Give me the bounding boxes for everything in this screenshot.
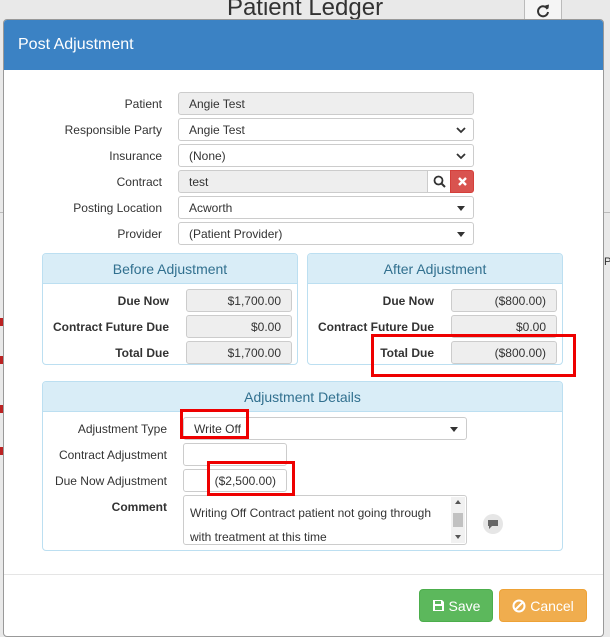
- dialog-title: Post Adjustment: [18, 36, 134, 53]
- before-adjustment-title: Before Adjustment: [43, 254, 297, 284]
- cancel-button[interactable]: Cancel: [499, 589, 587, 622]
- save-icon: [432, 600, 444, 611]
- after-due-now-field: ($800.00): [451, 289, 557, 312]
- responsible-party-select[interactable]: Angie Test: [178, 118, 474, 141]
- adjustment-details-title: Adjustment Details: [43, 382, 562, 412]
- comment-textarea[interactable]: Writing Off Contract patient not going t…: [183, 495, 467, 545]
- after-due-now-label: Due Now: [382, 294, 434, 308]
- caret-down-icon: [457, 206, 465, 211]
- contract-adjustment-label: Contract Adjustment: [58, 448, 167, 462]
- adjustment-details-panel: Adjustment Details Adjustment Type Write…: [42, 381, 563, 551]
- caret-down-icon: [457, 232, 465, 237]
- after-future-due-label: Contract Future Due: [317, 320, 434, 334]
- before-adjustment-panel: Before Adjustment Due Now $1,700.00 Cont…: [42, 253, 298, 365]
- background-column-header: P: [604, 256, 610, 268]
- responsible-party-label: Responsible Party: [64, 123, 162, 137]
- due-now-adjustment-label: Due Now Adjustment: [54, 474, 167, 488]
- contract-clear-button[interactable]: [450, 170, 474, 193]
- comment-note-button[interactable]: [483, 514, 503, 534]
- comment-label: Comment: [111, 500, 167, 514]
- caret-down-icon: [450, 427, 458, 432]
- before-future-due-field: $0.00: [186, 315, 292, 338]
- search-icon: [433, 175, 446, 188]
- before-due-now-field: $1,700.00: [186, 289, 292, 312]
- before-due-now-label: Due Now: [117, 294, 169, 308]
- before-total-due-label: Total Due: [115, 346, 169, 360]
- cancel-icon: [512, 599, 526, 612]
- comment-scrollbar[interactable]: [451, 497, 465, 543]
- refresh-icon: [537, 4, 549, 17]
- dialog-header: Post Adjustment: [4, 20, 603, 70]
- contract-field: test: [178, 170, 428, 193]
- comment-icon: [488, 519, 498, 529]
- before-total-due-field: $1,700.00: [186, 341, 292, 364]
- before-future-due-label: Contract Future Due: [52, 320, 169, 334]
- post-adjustment-dialog: Post Adjustment Patient Angie Test Respo…: [3, 19, 604, 637]
- adjustment-type-highlight: [180, 409, 249, 439]
- contract-label: Contract: [116, 175, 162, 189]
- posting-location-label: Posting Location: [73, 201, 162, 215]
- adjustment-type-label: Adjustment Type: [77, 422, 167, 436]
- patient-label: Patient: [124, 97, 162, 111]
- close-icon: [457, 177, 467, 186]
- chevron-down-icon: [456, 153, 466, 160]
- total-due-highlight: [371, 334, 576, 377]
- provider-select[interactable]: (Patient Provider): [178, 222, 474, 245]
- chevron-down-icon: [456, 127, 466, 134]
- provider-label: Provider: [117, 227, 162, 241]
- save-button[interactable]: Save: [419, 589, 493, 622]
- after-adjustment-title: After Adjustment: [308, 254, 562, 284]
- dialog-footer: Save Cancel: [4, 574, 603, 636]
- contract-search-button[interactable]: [427, 170, 451, 193]
- patient-field: Angie Test: [178, 92, 474, 115]
- due-now-adjustment-highlight: [207, 461, 295, 496]
- insurance-label: Insurance: [109, 149, 162, 163]
- insurance-select[interactable]: (None): [178, 144, 474, 167]
- posting-location-select[interactable]: Acworth: [178, 196, 474, 219]
